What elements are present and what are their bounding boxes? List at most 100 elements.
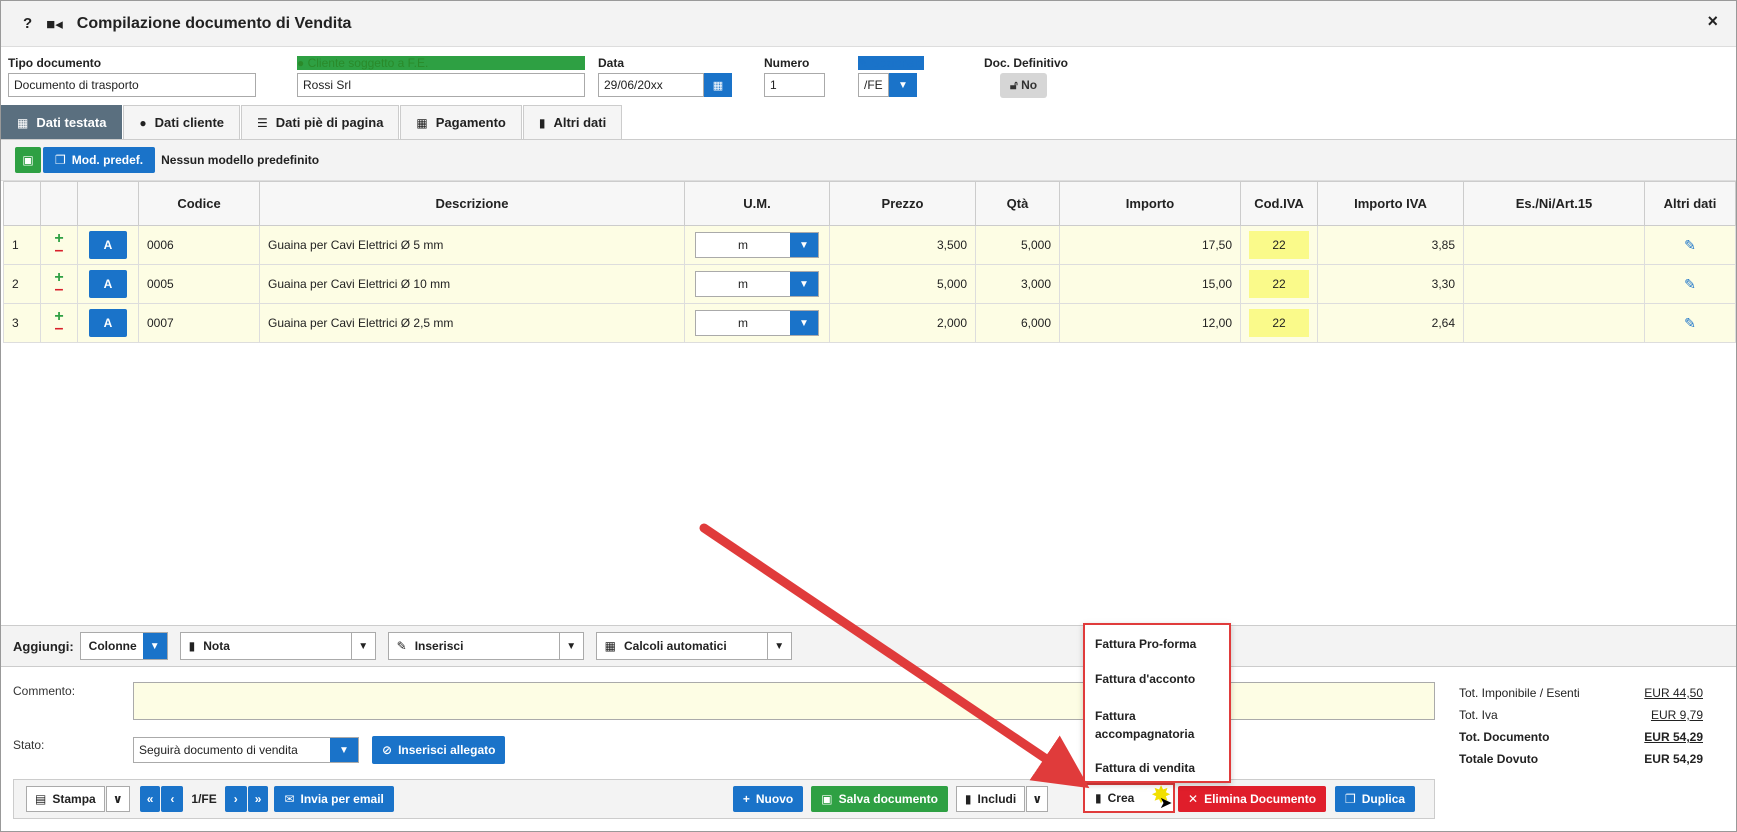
col-importo-iva[interactable]: Importo IVA [1317, 181, 1464, 226]
article-button[interactable]: A [89, 270, 127, 298]
col-importo[interactable]: Importo [1059, 181, 1241, 226]
menu-item-fattura-pro-forma[interactable]: Fattura Pro-forma [1095, 637, 1196, 651]
cell-cod-iva[interactable]: 22 [1249, 309, 1309, 337]
last-page-button[interactable]: » [247, 786, 269, 812]
cliente-input[interactable]: Rossi Srl [297, 73, 585, 97]
prev-page-button[interactable]: ‹ [161, 786, 184, 812]
elimina-documento-button[interactable]: ✕ Elimina Documento [1178, 786, 1327, 812]
inserisci-dropdown[interactable]: ✎ Inserisci ▼ [387, 632, 584, 660]
tab-pagamento[interactable]: ▦ Pagamento [400, 105, 522, 139]
doc-definitivo-toggle[interactable]: 🔓︎ No [1000, 73, 1048, 98]
invia-email-button[interactable]: ✉ Invia per email [274, 786, 394, 812]
chevron-down-icon: ▼ [790, 233, 818, 257]
chevron-down-icon: ▼ [142, 633, 167, 659]
col-qta[interactable]: Qtà [975, 181, 1060, 226]
help-icon[interactable]: ? [23, 15, 32, 32]
includi-options-button[interactable]: ∨ [1026, 786, 1049, 812]
cell-importo[interactable]: 12,00 [1059, 303, 1241, 343]
article-button[interactable]: A [89, 309, 127, 337]
col-altri-dati[interactable]: Altri dati [1644, 181, 1736, 226]
sezionale-input[interactable]: /FE [858, 73, 889, 97]
col-prezzo[interactable]: Prezzo [829, 181, 976, 226]
unlock-icon: 🔓︎ [1010, 78, 1018, 92]
paperclip-icon: ⊘ [382, 743, 393, 757]
tipo-documento-input[interactable]: Documento di trasporto [8, 73, 256, 97]
cell-descrizione[interactable]: Guaina per Cavi Elettrici Ø 5 mm [259, 225, 685, 265]
cell-esenzione[interactable] [1463, 303, 1645, 343]
title-bar: ? ■◂ Compilazione documento di Vendita × [1, 1, 1736, 47]
next-page-button[interactable]: › [224, 786, 247, 812]
cell-codice[interactable]: 0007 [138, 303, 260, 343]
cell-descrizione[interactable]: Guaina per Cavi Elettrici Ø 2,5 mm [259, 303, 685, 343]
col-cod-iva[interactable]: Cod.IVA [1240, 181, 1318, 226]
col-codice[interactable]: Codice [138, 181, 260, 226]
article-button[interactable]: A [89, 231, 127, 259]
save-model-button[interactable]: ▣ [15, 147, 41, 173]
cell-cod-iva[interactable]: 22 [1249, 270, 1309, 298]
cliente-label: ● Cliente soggetto a F.E. [297, 56, 585, 70]
remove-row-icon[interactable]: – [55, 282, 64, 298]
cell-codice[interactable]: 0006 [138, 225, 260, 265]
cell-descrizione[interactable]: Guaina per Cavi Elettrici Ø 10 mm [259, 264, 685, 304]
calendar-icon[interactable]: ▦ [704, 73, 732, 97]
nota-dropdown[interactable]: ▮ Nota ▼ [179, 632, 376, 660]
calcoli-dropdown[interactable]: ▦ Calcoli automatici ▼ [595, 632, 792, 660]
col-descrizione[interactable]: Descrizione [259, 181, 685, 226]
um-select[interactable]: m ▼ [695, 232, 819, 258]
cell-importo[interactable]: 15,00 [1059, 264, 1241, 304]
tab-altri-dati[interactable]: ▮ Altri dati [522, 105, 623, 139]
tab-dati-testata[interactable]: ▦ Dati testata [1, 105, 123, 139]
edit-icon[interactable]: ✎ [1684, 276, 1696, 292]
nuovo-button[interactable]: + Nuovo [732, 786, 804, 812]
duplica-button[interactable]: ❐ Duplica [1335, 786, 1416, 812]
cell-prezzo[interactable]: 3,500 [829, 225, 976, 265]
crea-button[interactable]: ▮ Crea [1087, 785, 1143, 811]
cell-esenzione[interactable] [1463, 225, 1645, 265]
col-um[interactable]: U.M. [684, 181, 830, 226]
edit-icon[interactable]: ✎ [1684, 315, 1696, 331]
stampa-options-button[interactable]: ∨ [105, 786, 130, 812]
numero-input[interactable]: 1 [764, 73, 825, 97]
row-number: 3 [3, 303, 41, 343]
cell-qta[interactable]: 6,000 [975, 303, 1060, 343]
data-input[interactable]: 29/06/20xx [598, 73, 704, 97]
chevron-down-icon[interactable]: ▼ [889, 73, 917, 97]
cell-codice[interactable]: 0005 [138, 264, 260, 304]
cell-qta[interactable]: 3,000 [975, 264, 1060, 304]
commento-input[interactable] [133, 682, 1435, 720]
tipo-documento-label: Tipo documento [8, 56, 102, 70]
includi-button[interactable]: ▮ Includi [955, 786, 1026, 812]
tab-dati-cliente[interactable]: ● Dati cliente [123, 105, 241, 139]
remove-row-icon[interactable]: – [55, 321, 64, 337]
numero-field: Numero 1 [764, 56, 825, 97]
cell-cod-iva[interactable]: 22 [1249, 231, 1309, 259]
cell-esenzione[interactable] [1463, 264, 1645, 304]
edit-icon[interactable]: ✎ [1684, 237, 1696, 253]
tab-dati-pie-di-pagina[interactable]: ☰ Dati piè di pagina [241, 105, 400, 139]
first-page-button[interactable]: « [139, 786, 161, 812]
cell-importo[interactable]: 17,50 [1059, 225, 1241, 265]
sezionale-label[interactable]: ✎ Sezionale [858, 56, 925, 70]
um-select[interactable]: m ▼ [695, 271, 819, 297]
stato-select[interactable]: Seguirà documento di vendita ▼ [133, 737, 359, 763]
tipo-documento-field: Tipo documento Documento di trasporto [8, 56, 256, 97]
inserisci-allegato-button[interactable]: ⊘ Inserisci allegato [372, 736, 506, 764]
stampa-button[interactable]: ▤ Stampa [26, 786, 105, 812]
close-icon[interactable]: × [1707, 11, 1718, 32]
mouse-cursor-icon: ➤ [1159, 795, 1173, 812]
menu-item-fattura-accompagnatoria[interactable]: Fattura accompagnatoria [1095, 707, 1205, 743]
col-esenzione[interactable]: Es./Ni/Art.15 [1463, 181, 1645, 226]
cell-prezzo[interactable]: 2,000 [829, 303, 976, 343]
cell-prezzo[interactable]: 5,000 [829, 264, 976, 304]
mod-predef-button[interactable]: ❐ Mod. predef. [43, 147, 156, 173]
menu-item-fattura-acconto[interactable]: Fattura d'acconto [1095, 672, 1195, 686]
colonne-dropdown[interactable]: Colonne ▼ [79, 632, 168, 660]
salva-documento-button[interactable]: ▣ Salva documento [811, 786, 948, 812]
remove-row-icon[interactable]: – [55, 243, 64, 259]
um-select[interactable]: m ▼ [695, 310, 819, 336]
numero-label: Numero [764, 56, 810, 70]
video-camera-icon[interactable]: ■◂ [46, 15, 63, 33]
chevron-down-icon: ▼ [766, 633, 791, 659]
cell-qta[interactable]: 5,000 [975, 225, 1060, 265]
menu-item-fattura-di-vendita[interactable]: Fattura di vendita [1095, 761, 1195, 775]
